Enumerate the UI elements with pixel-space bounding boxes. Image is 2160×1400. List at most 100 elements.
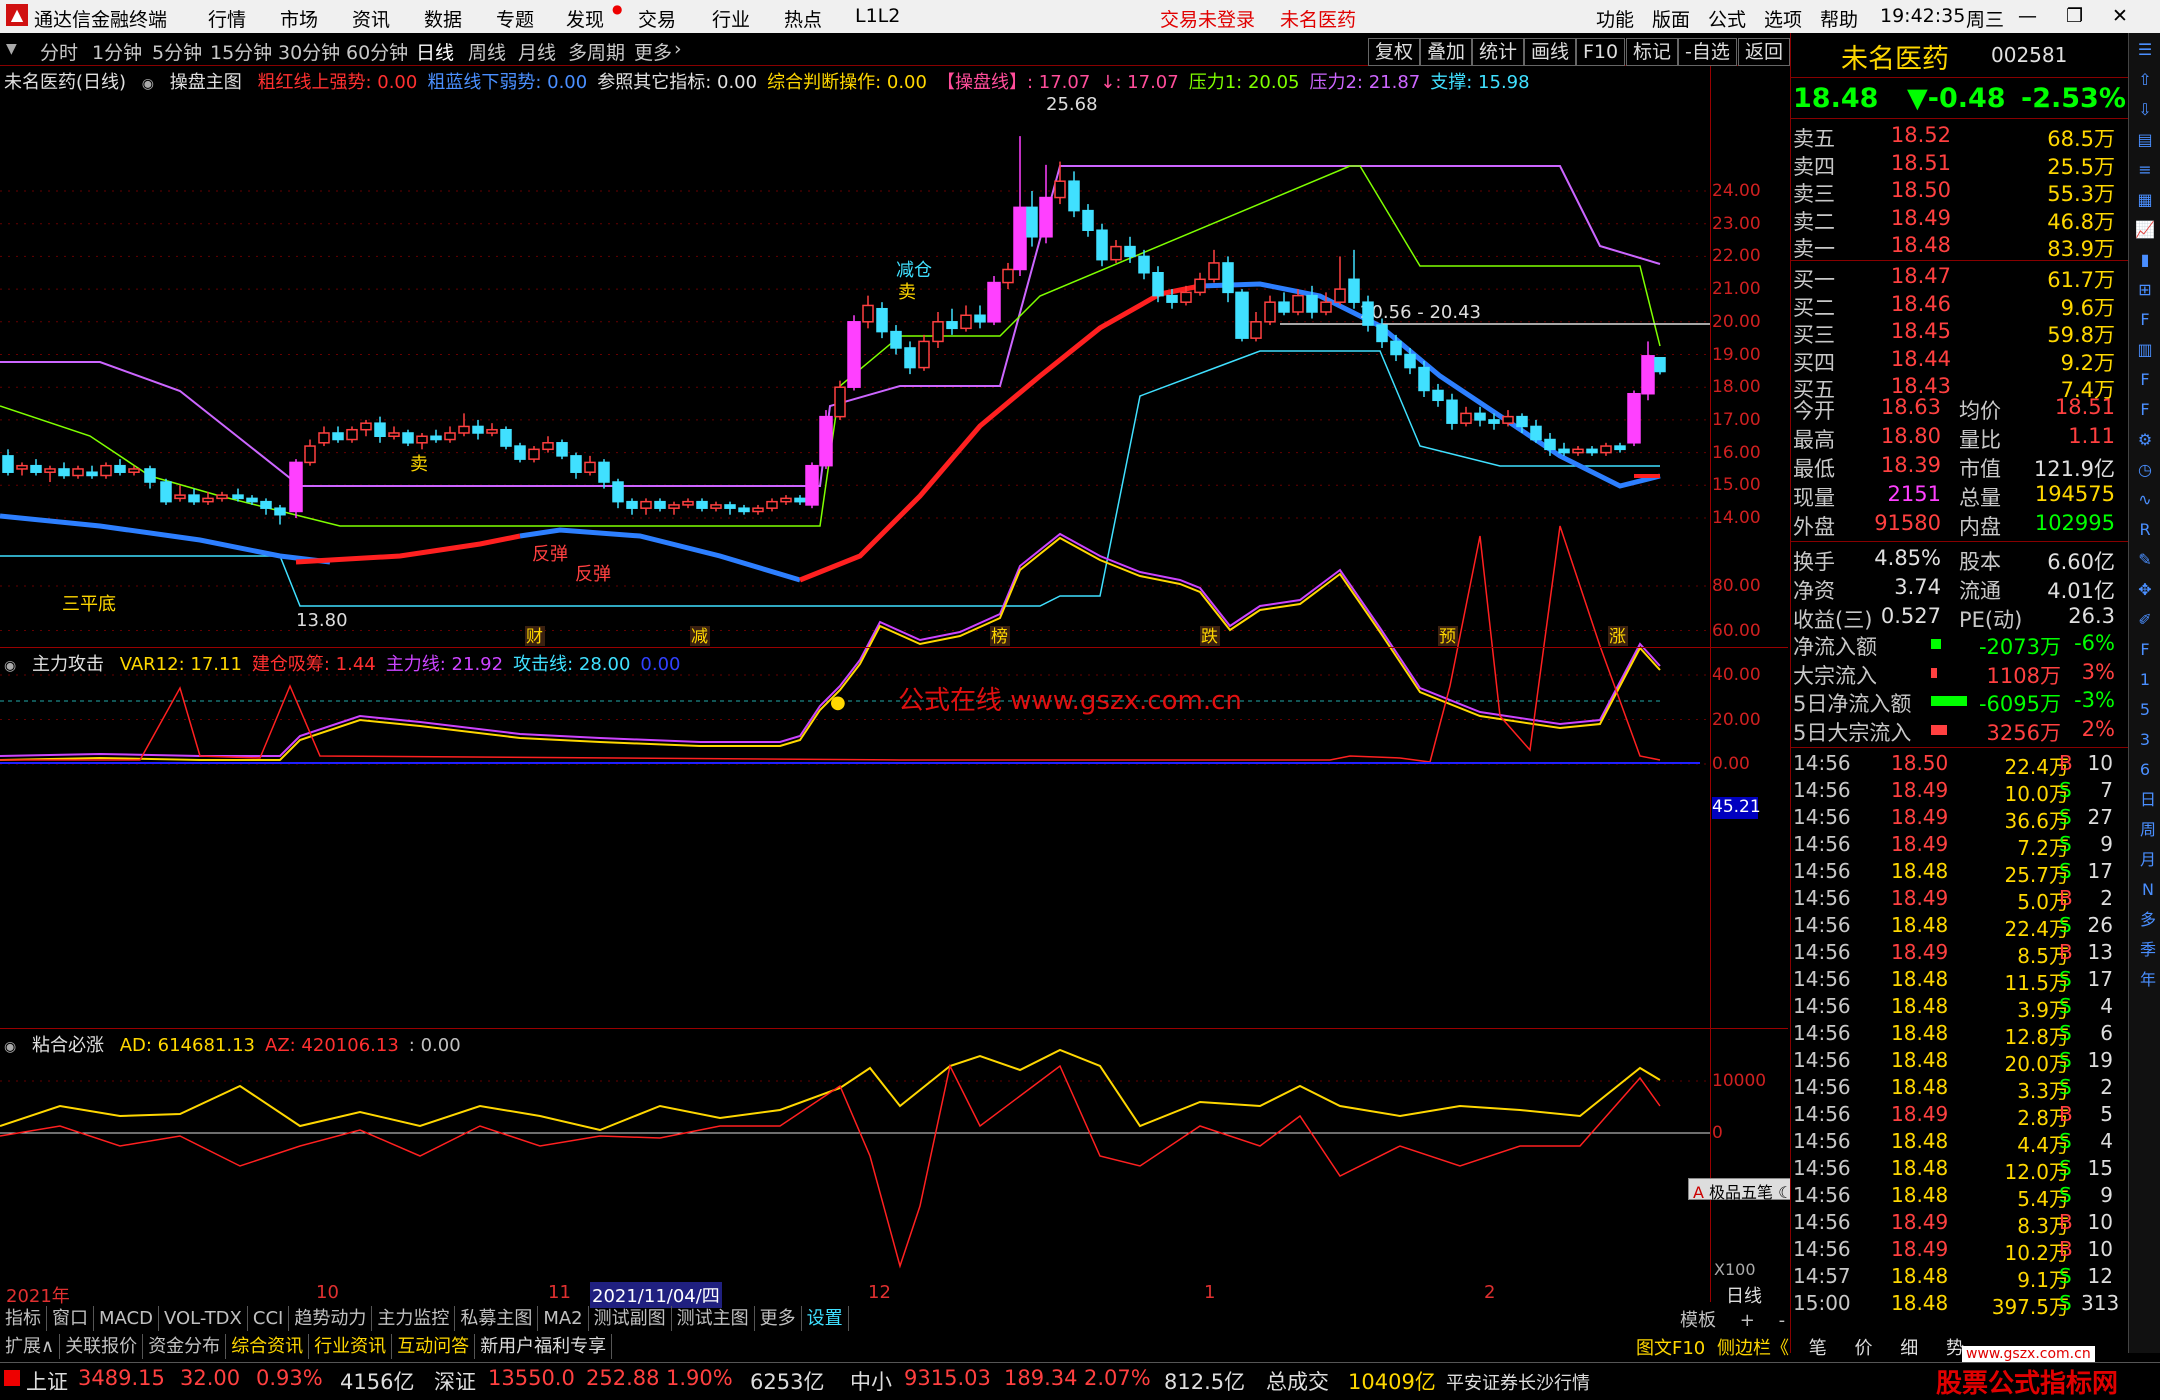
bid-row[interactable]: 买四 18.44 9.2万 bbox=[1791, 347, 2119, 375]
candle-icon[interactable]: ▮ bbox=[2132, 247, 2158, 273]
ask-row[interactable]: 卖五 18.52 68.5万 bbox=[1791, 123, 2119, 151]
f1-icon[interactable]: F bbox=[2132, 367, 2158, 393]
minus-button[interactable]: - bbox=[1779, 1310, 1786, 1331]
rsi-icon[interactable]: R bbox=[2132, 517, 2158, 543]
toolbar-button[interactable]: 标记 bbox=[1626, 38, 1679, 66]
menu-item[interactable]: 市场 bbox=[280, 5, 318, 32]
menu-item[interactable]: 功能 bbox=[1596, 5, 1634, 32]
toolbar-button[interactable]: 复权 bbox=[1368, 38, 1421, 66]
period-tab[interactable]: 日 bbox=[2135, 787, 2160, 813]
num-icon[interactable]: 1 bbox=[2132, 667, 2158, 693]
bottom-tab[interactable]: VOL-TDX bbox=[159, 1306, 248, 1331]
tf-tab[interactable]: 5分钟 bbox=[152, 38, 202, 65]
fs-icon[interactable]: F bbox=[2132, 637, 2158, 663]
down-icon[interactable]: ⇩ bbox=[2132, 97, 2158, 123]
tf-tab[interactable]: 60分钟 bbox=[346, 38, 408, 65]
tf-tab[interactable]: 15分钟 bbox=[210, 38, 272, 65]
bottom-tab[interactable]: 更多 bbox=[755, 1306, 802, 1331]
bottom-tab[interactable]: 私募主图 bbox=[455, 1306, 539, 1331]
tf-tab[interactable]: 多周期 bbox=[568, 38, 625, 65]
chevron-right-icon[interactable]: › bbox=[674, 38, 682, 60]
ask-row[interactable]: 卖三 18.50 55.3万 bbox=[1791, 178, 2119, 206]
bottom-tab[interactable]: 资金分布 bbox=[143, 1334, 227, 1359]
tf-tab[interactable]: 分时 bbox=[40, 38, 78, 65]
menu-icon[interactable]: ☰ bbox=[2132, 37, 2158, 63]
bottom-tab[interactable]: 设置 bbox=[802, 1306, 849, 1331]
bottom-tab[interactable]: 测试副图 bbox=[589, 1306, 672, 1331]
toolbar-button[interactable]: 画线 bbox=[1524, 38, 1577, 66]
bottom-tab[interactable]: 行业资讯 bbox=[309, 1334, 393, 1359]
bar-icon[interactable]: ▥ bbox=[2132, 337, 2158, 363]
kline-chart[interactable]: 25.6813.8020.56 - 20.43三平底卖减仓卖反弹反弹财减榜跌预涨… bbox=[0, 66, 1712, 1302]
bottom-tab[interactable]: 指标 bbox=[0, 1306, 47, 1331]
table-icon[interactable]: ⊞ bbox=[2132, 277, 2158, 303]
bottom-tab[interactable]: 测试主图 bbox=[672, 1306, 755, 1331]
menu-item[interactable]: 专题 bbox=[496, 5, 534, 32]
menu-item[interactable]: 热点 bbox=[784, 5, 822, 32]
bottom-tab[interactable]: 窗口 bbox=[47, 1306, 94, 1331]
indicator-name[interactable]: 粘合必涨 bbox=[32, 1035, 104, 1056]
menu-item[interactable]: L1L2 bbox=[855, 5, 900, 27]
indicator-name[interactable]: 操盘主图 bbox=[170, 72, 242, 93]
f10-icon[interactable]: F bbox=[2132, 307, 2158, 333]
index-label[interactable]: 中小 bbox=[850, 1366, 892, 1396]
toolbar-button[interactable]: F10 bbox=[1576, 38, 1626, 66]
menu-item[interactable]: 发现 bbox=[566, 5, 604, 32]
period-tab[interactable]: N bbox=[2135, 877, 2160, 903]
period-tab[interactable]: 年 bbox=[2135, 967, 2160, 993]
tick-list[interactable]: 14:56 18.50 22.4万 B 10 14:56 18.49 10.0万 … bbox=[1791, 751, 2129, 1323]
bottom-tab[interactable]: 主力监控 bbox=[372, 1306, 456, 1331]
f10-button[interactable]: 图文F10 bbox=[1636, 1338, 1705, 1359]
ask-row[interactable]: 卖一 18.48 83.9万 bbox=[1791, 233, 2119, 261]
num-icon[interactable]: 6 bbox=[2132, 757, 2158, 783]
pen-icon[interactable]: ✐ bbox=[2132, 607, 2158, 633]
wave-icon[interactable]: ∿ bbox=[2132, 487, 2158, 513]
draw-icon[interactable]: ✎ bbox=[2132, 547, 2158, 573]
ask-row[interactable]: 卖二 18.49 46.8万 bbox=[1791, 206, 2119, 234]
menu-item[interactable]: 版面 bbox=[1652, 5, 1690, 32]
menu-item[interactable]: 行业 bbox=[712, 5, 750, 32]
indicator-name[interactable]: 主力攻击 bbox=[32, 654, 104, 675]
toolbar-button[interactable]: 返回 bbox=[1738, 38, 1791, 66]
minimize-icon[interactable]: — bbox=[2018, 5, 2037, 27]
menu-item[interactable]: 资讯 bbox=[352, 5, 390, 32]
bottom-tab[interactable]: MACD bbox=[94, 1306, 159, 1331]
bottom-tab[interactable]: MA2 bbox=[538, 1306, 589, 1331]
bid-row[interactable]: 买二 18.46 9.6万 bbox=[1791, 292, 2119, 320]
tf-tab-active[interactable]: 日线 bbox=[416, 38, 454, 65]
period-tab[interactable]: 月 bbox=[2135, 847, 2160, 873]
menu-item[interactable]: 数据 bbox=[424, 5, 462, 32]
tab-bi[interactable]: 笔 bbox=[1809, 1338, 1827, 1359]
tab-xi[interactable]: 细 bbox=[1900, 1338, 1918, 1359]
chevron-down-icon[interactable]: ▼ bbox=[6, 41, 17, 57]
gear-icon[interactable]: ⚙ bbox=[2132, 427, 2158, 453]
tf-tab[interactable]: 1分钟 bbox=[92, 38, 142, 65]
tf-tab[interactable]: 更多 bbox=[634, 38, 672, 65]
bottom-tab[interactable]: CCI bbox=[248, 1306, 290, 1331]
bottom-tab[interactable]: 趋势动力 bbox=[289, 1306, 373, 1331]
list-icon[interactable]: ≡ bbox=[2132, 157, 2158, 183]
move-icon[interactable]: ✥ bbox=[2132, 577, 2158, 603]
menu-item[interactable]: 选项 bbox=[1764, 5, 1802, 32]
bottom-tab[interactable]: 新用户福利专享 bbox=[475, 1334, 613, 1359]
chart-icon[interactable]: 📈 bbox=[2132, 217, 2158, 243]
tf-tab[interactable]: 周线 bbox=[468, 38, 506, 65]
bid-row[interactable]: 买三 18.45 59.8万 bbox=[1791, 319, 2119, 347]
index-label[interactable]: 上证 bbox=[26, 1366, 68, 1396]
period-tab[interactable]: 周 bbox=[2135, 817, 2160, 843]
indicator-dropdown-icon[interactable]: ◉ bbox=[142, 76, 154, 92]
tab-jia[interactable]: 价 bbox=[1854, 1338, 1872, 1359]
index-label[interactable]: 深证 bbox=[434, 1366, 476, 1396]
num-icon[interactable]: 3 bbox=[2132, 727, 2158, 753]
toolbar-button[interactable]: -自选 bbox=[1678, 38, 1737, 66]
plus-button[interactable]: + bbox=[1740, 1310, 1755, 1331]
menu-item[interactable]: 帮助 bbox=[1820, 5, 1858, 32]
toolbar-button[interactable]: 统计 bbox=[1472, 38, 1525, 66]
bottom-tab[interactable]: 扩展∧ bbox=[0, 1334, 61, 1359]
up-icon[interactable]: ⇧ bbox=[2132, 67, 2158, 93]
tf-tab[interactable]: 月线 bbox=[518, 38, 556, 65]
bottom-tab[interactable]: 关联报价 bbox=[60, 1334, 144, 1359]
tf-tab[interactable]: 30分钟 bbox=[278, 38, 340, 65]
bottom-tab[interactable]: 互动问答 bbox=[392, 1334, 476, 1359]
close-icon[interactable]: ✕ bbox=[2112, 5, 2128, 27]
